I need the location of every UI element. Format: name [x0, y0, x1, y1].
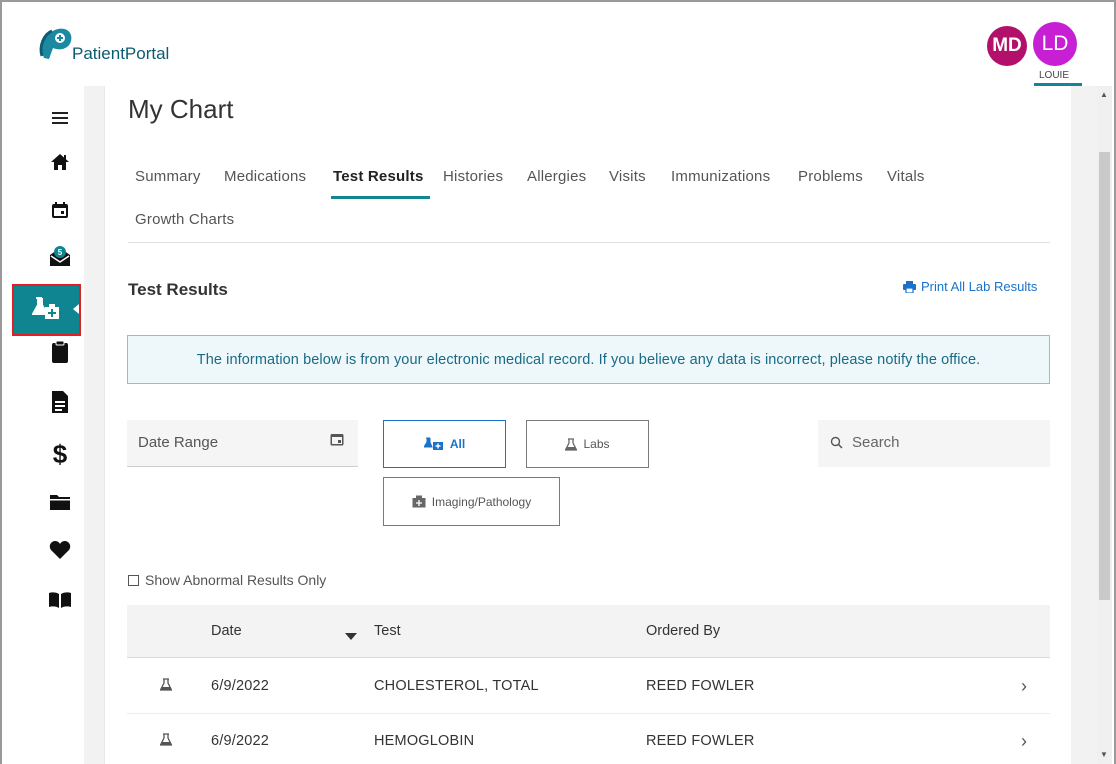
document-icon[interactable]	[46, 388, 74, 416]
flask-icon	[565, 437, 578, 451]
flask-icon	[159, 678, 173, 696]
section-title: Test Results	[128, 280, 228, 299]
scroll-up-arrow[interactable]: ▲	[1100, 90, 1108, 99]
abnormal-only-checkbox[interactable]	[128, 574, 139, 586]
column-header-test[interactable]: Test	[374, 623, 401, 639]
calendar-icon[interactable]	[330, 432, 344, 451]
result-ordered-by: REED FOWLER	[646, 678, 755, 694]
flask-icon	[159, 733, 173, 751]
table-row[interactable]: 6/9/2022 HEMOGLOBIN REED FOWLER ›	[127, 714, 1050, 764]
active-nav-pointer	[73, 304, 79, 314]
brand-name: PatientPortal	[72, 44, 170, 63]
filter-imaging-pathology-button[interactable]: Imaging/Pathology	[383, 477, 560, 526]
tab-medications[interactable]: Medications	[224, 168, 306, 185]
right-margin	[1071, 86, 1097, 764]
tab-problems[interactable]: Problems	[798, 168, 863, 185]
home-icon[interactable]	[46, 148, 74, 176]
printer-icon	[903, 280, 916, 293]
info-message: The information below is from your elect…	[127, 335, 1050, 384]
filter-all-button[interactable]: All	[383, 420, 506, 468]
filter-all-label: All	[449, 437, 466, 451]
date-range-label: Date Range	[138, 434, 219, 451]
filter-labs-button[interactable]: Labs	[526, 420, 649, 468]
current-user-name: LOUIE	[1039, 70, 1070, 81]
avatar-ld[interactable]: LD	[1033, 22, 1077, 66]
test-results-icon	[32, 295, 62, 323]
filter-labs-label: Labs	[583, 437, 610, 451]
result-test-name: CHOLESTEROL, TOTAL	[374, 678, 539, 694]
print-all-lab-results-label: Print All Lab Results	[921, 279, 1038, 294]
mail-icon[interactable]: 5	[46, 242, 74, 270]
tab-test-results[interactable]: Test Results	[333, 168, 423, 185]
abnormal-only-toggle[interactable]: Show Abnormal Results Only	[128, 572, 326, 588]
column-header-date[interactable]: Date	[211, 623, 242, 639]
result-test-name: HEMOGLOBIN	[374, 733, 475, 749]
abnormal-only-label: Show Abnormal Results Only	[145, 572, 327, 588]
chevron-right-icon[interactable]: ›	[1021, 676, 1027, 697]
chevron-right-icon[interactable]: ›	[1021, 731, 1027, 752]
calendar-icon[interactable]	[46, 196, 74, 224]
scrollbar-thumb[interactable]	[1099, 152, 1110, 600]
avatar-md[interactable]: MD	[987, 26, 1027, 66]
search-box[interactable]	[818, 420, 1050, 467]
tab-immunizations[interactable]: Immunizations	[671, 168, 770, 185]
active-tab-indicator	[331, 196, 430, 199]
sort-descending-icon[interactable]	[345, 633, 357, 640]
patientportal-logo[interactable]	[38, 26, 74, 60]
nav-gutter	[84, 86, 104, 764]
result-date: 6/9/2022	[211, 678, 270, 694]
result-date: 6/9/2022	[211, 733, 270, 749]
search-input[interactable]	[852, 434, 1042, 451]
heart-icon[interactable]	[46, 536, 74, 564]
info-message-text: The information below is from your elect…	[196, 351, 981, 368]
scroll-down-arrow[interactable]: ▼	[1100, 750, 1108, 759]
clipboard-icon[interactable]	[46, 338, 74, 366]
mail-badge-count: 5	[58, 248, 63, 257]
tabs-divider	[128, 242, 1050, 243]
result-ordered-by: REED FOWLER	[646, 733, 755, 749]
dollar-icon[interactable]: $	[46, 439, 74, 469]
book-icon[interactable]	[46, 586, 74, 614]
tab-allergies[interactable]: Allergies	[527, 168, 586, 185]
date-range-field[interactable]: Date Range	[127, 420, 358, 467]
tab-vitals[interactable]: Vitals	[887, 168, 925, 185]
folder-icon[interactable]	[46, 488, 74, 516]
column-header-ordered-by[interactable]: Ordered By	[646, 623, 720, 639]
print-all-lab-results-link[interactable]: Print All Lab Results	[903, 279, 1037, 294]
tab-growth-charts[interactable]: Growth Charts	[135, 211, 234, 228]
results-table-header: Date Test Ordered By	[127, 605, 1050, 658]
menu-icon[interactable]	[46, 104, 74, 132]
search-icon	[830, 436, 843, 454]
table-row[interactable]: 6/9/2022 CHOLESTEROL, TOTAL REED FOWLER …	[127, 659, 1050, 714]
tab-histories[interactable]: Histories	[443, 168, 503, 185]
filter-imaging-pathology-label: Imaging/Pathology	[431, 494, 532, 509]
tab-visits[interactable]: Visits	[609, 168, 646, 185]
all-results-icon	[423, 437, 443, 450]
tab-summary[interactable]: Summary	[135, 168, 201, 185]
imaging-icon	[412, 495, 426, 508]
page-title: My Chart	[128, 94, 234, 124]
